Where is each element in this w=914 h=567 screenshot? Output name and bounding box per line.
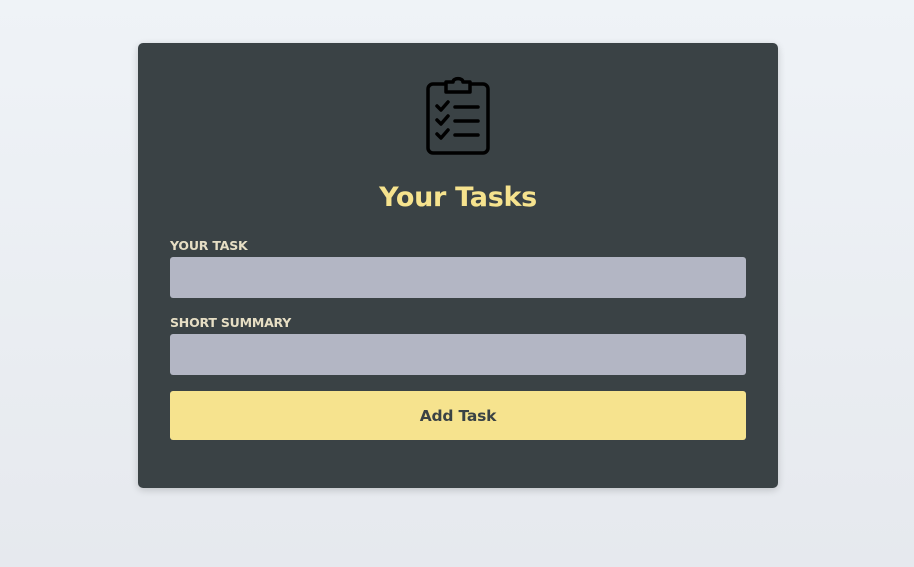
summary-input[interactable] xyxy=(170,334,746,375)
task-field-label: YOUR TASK xyxy=(170,238,248,253)
add-task-button[interactable]: Add Task xyxy=(170,391,746,440)
task-form-card: Your Tasks YOUR TASK SHORT SUMMARY Add T… xyxy=(138,43,778,488)
clipboard-checklist-icon xyxy=(425,74,491,156)
task-input[interactable] xyxy=(170,257,746,298)
summary-field-label: SHORT SUMMARY xyxy=(170,315,292,330)
page-title: Your Tasks xyxy=(379,182,537,213)
